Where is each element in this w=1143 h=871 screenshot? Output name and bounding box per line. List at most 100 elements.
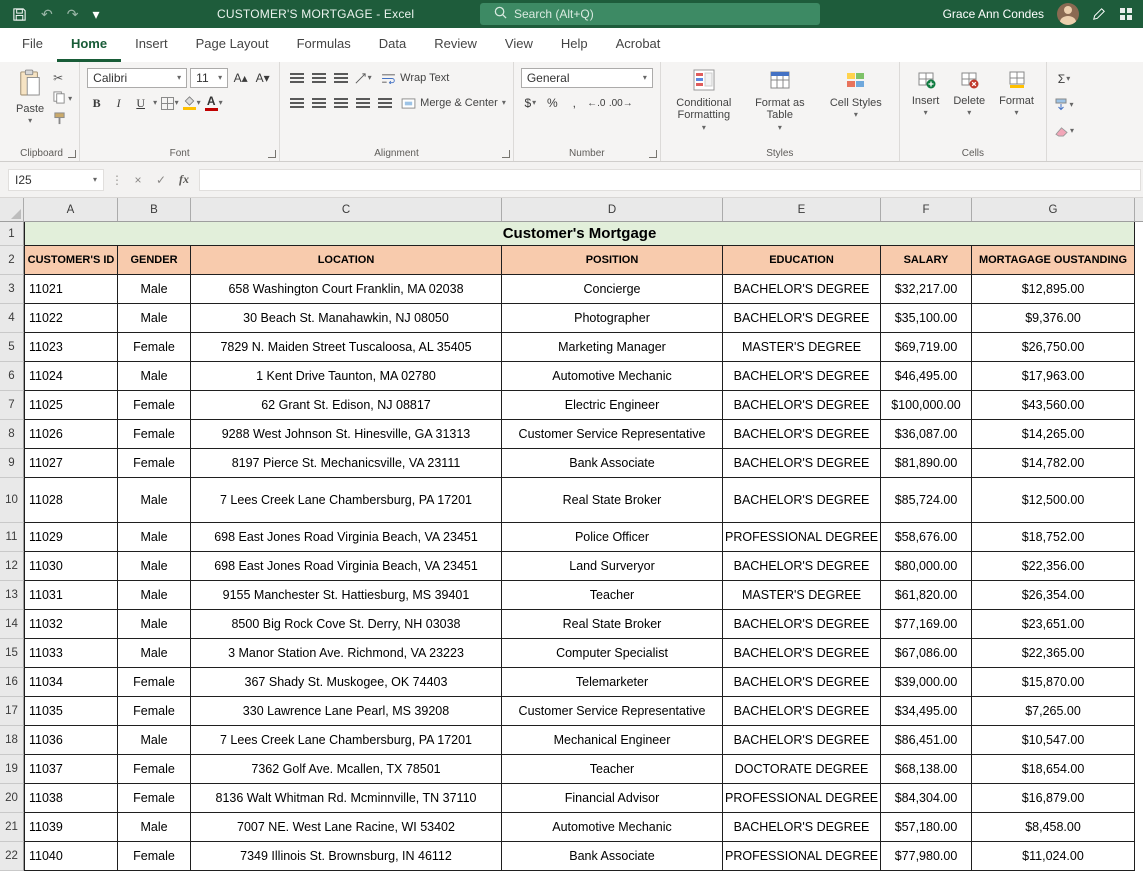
cell-F7[interactable]: $100,000.00 bbox=[881, 391, 972, 420]
insert-function-icon[interactable]: fx bbox=[176, 172, 192, 187]
column-header-E[interactable]: E bbox=[723, 198, 881, 221]
column-header-D[interactable]: D bbox=[502, 198, 723, 221]
increase-font-size-button[interactable]: A▴ bbox=[231, 68, 250, 88]
align-left-button[interactable] bbox=[287, 93, 306, 113]
autosum-button[interactable]: Σ ▾ bbox=[1054, 69, 1073, 89]
fill-button[interactable]: ▾ bbox=[1054, 95, 1074, 115]
cell-E17[interactable]: BACHELOR'S DEGREE bbox=[723, 697, 881, 726]
tab-formulas[interactable]: Formulas bbox=[283, 28, 365, 62]
cell-B17[interactable]: Female bbox=[118, 697, 191, 726]
cell-G2[interactable]: MORTAGAGE OUSTANDING bbox=[972, 246, 1135, 275]
pen-mode-icon[interactable] bbox=[1092, 7, 1106, 21]
cell-E9[interactable]: BACHELOR'S DEGREE bbox=[723, 449, 881, 478]
cell-D2[interactable]: POSITION bbox=[502, 246, 723, 275]
format-cells-button[interactable]: Format ▾ bbox=[994, 67, 1039, 119]
cell-E19[interactable]: DOCTORATE DEGREE bbox=[723, 755, 881, 784]
row-header-21[interactable]: 21 bbox=[0, 813, 24, 842]
borders-button[interactable]: ▾ bbox=[160, 93, 179, 113]
cell-A21[interactable]: 11039 bbox=[24, 813, 118, 842]
cell-C14[interactable]: 8500 Big Rock Cove St. Derry, NH 03038 bbox=[191, 610, 502, 639]
row-header-7[interactable]: 7 bbox=[0, 391, 24, 420]
cell-D15[interactable]: Computer Specialist bbox=[502, 639, 723, 668]
row-header-2[interactable]: 2 bbox=[0, 246, 24, 275]
cell-D22[interactable]: Bank Associate bbox=[502, 842, 723, 871]
cell-G22[interactable]: $11,024.00 bbox=[972, 842, 1135, 871]
cell-A7[interactable]: 11025 bbox=[24, 391, 118, 420]
number-dialog-launcher[interactable] bbox=[648, 150, 657, 158]
row-header-10[interactable]: 10 bbox=[0, 478, 24, 523]
accounting-format-button[interactable]: $ ▾ bbox=[521, 93, 540, 113]
cell-A15[interactable]: 11033 bbox=[24, 639, 118, 668]
cell-A13[interactable]: 11031 bbox=[24, 581, 118, 610]
name-box[interactable]: I25 ▾ bbox=[8, 168, 104, 191]
cell-B16[interactable]: Female bbox=[118, 668, 191, 697]
cell-G5[interactable]: $26,750.00 bbox=[972, 333, 1135, 362]
cell-B22[interactable]: Female bbox=[118, 842, 191, 871]
cell-B2[interactable]: GENDER bbox=[118, 246, 191, 275]
cell-A6[interactable]: 11024 bbox=[24, 362, 118, 391]
format-painter-button[interactable] bbox=[53, 112, 72, 128]
cell-B3[interactable]: Male bbox=[118, 275, 191, 304]
cell-A12[interactable]: 11030 bbox=[24, 552, 118, 581]
cell-D11[interactable]: Police Officer bbox=[502, 523, 723, 552]
cancel-icon[interactable]: × bbox=[130, 173, 146, 187]
cell-E2[interactable]: EDUCATION bbox=[723, 246, 881, 275]
cell-B20[interactable]: Female bbox=[118, 784, 191, 813]
cell-D5[interactable]: Marketing Manager bbox=[502, 333, 723, 362]
cell-F9[interactable]: $81,890.00 bbox=[881, 449, 972, 478]
cell-C4[interactable]: 30 Beach St. Manahawkin, NJ 08050 bbox=[191, 304, 502, 333]
cell-G3[interactable]: $12,895.00 bbox=[972, 275, 1135, 304]
cell-G17[interactable]: $7,265.00 bbox=[972, 697, 1135, 726]
cell-B8[interactable]: Female bbox=[118, 420, 191, 449]
cell-C16[interactable]: 367 Shady St. Muskogee, OK 74403 bbox=[191, 668, 502, 697]
cell-B13[interactable]: Male bbox=[118, 581, 191, 610]
row-header-14[interactable]: 14 bbox=[0, 610, 24, 639]
cell-D4[interactable]: Photographer bbox=[502, 304, 723, 333]
cell-D12[interactable]: Land Surveryor bbox=[502, 552, 723, 581]
row-header-20[interactable]: 20 bbox=[0, 784, 24, 813]
cell-D9[interactable]: Bank Associate bbox=[502, 449, 723, 478]
cell-D19[interactable]: Teacher bbox=[502, 755, 723, 784]
cell-A20[interactable]: 11038 bbox=[24, 784, 118, 813]
cell-B12[interactable]: Male bbox=[118, 552, 191, 581]
delete-cells-button[interactable]: Delete ▾ bbox=[948, 67, 990, 119]
cell-E22[interactable]: PROFESSIONAL DEGREE bbox=[723, 842, 881, 871]
row-header-18[interactable]: 18 bbox=[0, 726, 24, 755]
row-header-17[interactable]: 17 bbox=[0, 697, 24, 726]
cell-E11[interactable]: PROFESSIONAL DEGREE bbox=[723, 523, 881, 552]
cell-A10[interactable]: 11028 bbox=[24, 478, 118, 523]
cell-C17[interactable]: 330 Lawrence Lane Pearl, MS 39208 bbox=[191, 697, 502, 726]
cell-F20[interactable]: $84,304.00 bbox=[881, 784, 972, 813]
italic-button[interactable]: I bbox=[109, 93, 128, 113]
tab-home[interactable]: Home bbox=[56, 28, 122, 62]
wrap-text-button[interactable]: Wrap Text bbox=[381, 72, 449, 84]
decrease-indent-button[interactable] bbox=[353, 93, 372, 113]
cell-G15[interactable]: $22,365.00 bbox=[972, 639, 1135, 668]
ribbon-display-options-icon[interactable] bbox=[1119, 7, 1133, 21]
cell-E12[interactable]: BACHELOR'S DEGREE bbox=[723, 552, 881, 581]
cell-B7[interactable]: Female bbox=[118, 391, 191, 420]
cell-C21[interactable]: 7007 NE. West Lane Racine, WI 53402 bbox=[191, 813, 502, 842]
cell-C10[interactable]: 7 Lees Creek Lane Chambersburg, PA 17201 bbox=[191, 478, 502, 523]
percent-style-button[interactable]: % bbox=[543, 93, 562, 113]
cell-F14[interactable]: $77,169.00 bbox=[881, 610, 972, 639]
cell-B18[interactable]: Male bbox=[118, 726, 191, 755]
cell-E13[interactable]: MASTER'S DEGREE bbox=[723, 581, 881, 610]
cell-D21[interactable]: Automotive Mechanic bbox=[502, 813, 723, 842]
cell-E18[interactable]: BACHELOR'S DEGREE bbox=[723, 726, 881, 755]
cell-G6[interactable]: $17,963.00 bbox=[972, 362, 1135, 391]
cell-F11[interactable]: $58,676.00 bbox=[881, 523, 972, 552]
column-header-B[interactable]: B bbox=[118, 198, 191, 221]
column-header-A[interactable]: A bbox=[24, 198, 118, 221]
cell-A3[interactable]: 11021 bbox=[24, 275, 118, 304]
number-format-combo[interactable]: General ▾ bbox=[520, 68, 653, 88]
cell-C13[interactable]: 9155 Manchester St. Hattiesburg, MS 3940… bbox=[191, 581, 502, 610]
cell-D17[interactable]: Customer Service Representative bbox=[502, 697, 723, 726]
cell-C11[interactable]: 698 East Jones Road Virginia Beach, VA 2… bbox=[191, 523, 502, 552]
cell-F19[interactable]: $68,138.00 bbox=[881, 755, 972, 784]
align-bottom-button[interactable] bbox=[331, 68, 350, 88]
cell-G12[interactable]: $22,356.00 bbox=[972, 552, 1135, 581]
align-middle-button[interactable] bbox=[309, 68, 328, 88]
row-header-15[interactable]: 15 bbox=[0, 639, 24, 668]
font-name-combo[interactable]: Calibri ▾ bbox=[87, 68, 188, 88]
